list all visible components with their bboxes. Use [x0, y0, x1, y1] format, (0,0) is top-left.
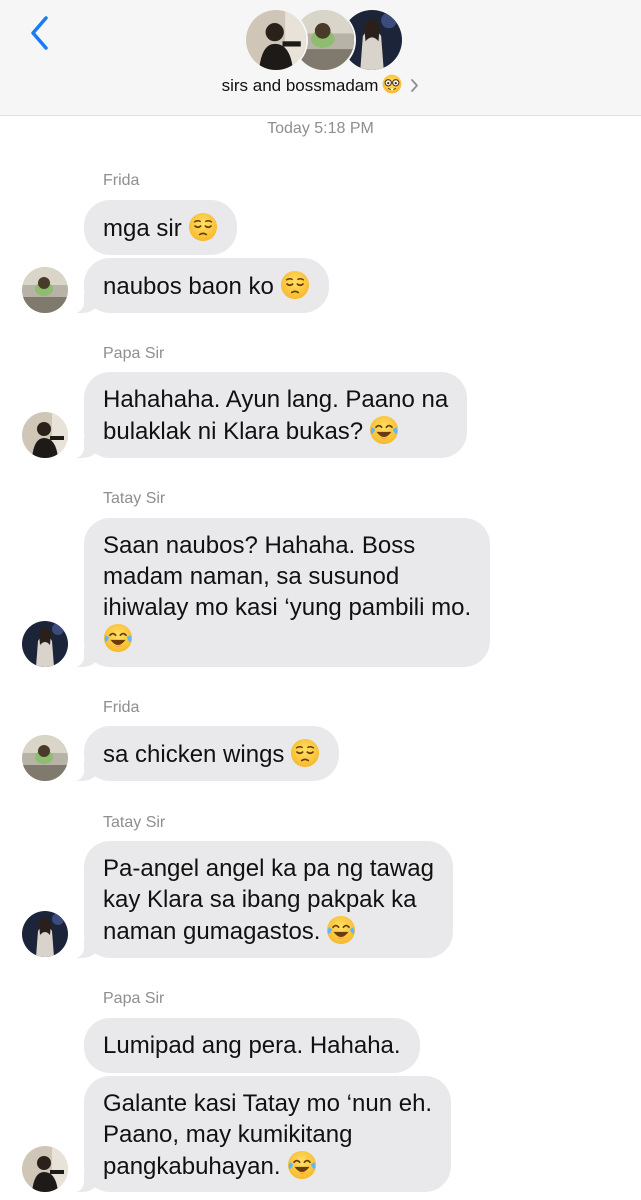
- avatar-papa-sir[interactable]: [22, 412, 68, 458]
- message-text: mga sir: [103, 215, 182, 242]
- message-text: pangkabuhayan.: [103, 1153, 281, 1180]
- group-name-label: sirs and bossmadam: [221, 76, 379, 95]
- tears-of-joy-emoji: [286, 1150, 317, 1180]
- group-avatars[interactable]: [244, 8, 404, 72]
- message-text: naubos baon ko: [103, 273, 274, 300]
- nerd-face-emoji: [382, 74, 403, 94]
- message-bubble[interactable]: Lumipad ang pera. Hahaha.: [84, 1018, 420, 1073]
- avatar-tatay-sir[interactable]: [22, 911, 68, 957]
- message-text: Lumipad ang pera. Hahaha.: [103, 1032, 401, 1059]
- message-text: sa chicken wings: [103, 741, 285, 768]
- sender-name: Tatay Sir: [103, 490, 166, 507]
- conversation-header: sirs and bossmadam: [0, 0, 641, 116]
- message-bubble[interactable]: Galante kasi Tatay mo ‘nun eh. Paano, ma…: [73, 1076, 452, 1192]
- pensive-face-emoji: [279, 270, 310, 300]
- message-bubble[interactable]: Hahahaha. Ayun lang. Paano na bulaklak n…: [73, 372, 468, 458]
- sender-name: Papa Sir: [103, 990, 165, 1007]
- chevron-left-icon: [31, 16, 48, 50]
- avatar-papa-sir[interactable]: [22, 1146, 68, 1192]
- message-text: Galante kasi Tatay mo ‘nun eh.: [103, 1090, 433, 1117]
- tears-of-joy-emoji: [103, 623, 133, 653]
- sender-name: Tatay Sir: [103, 814, 166, 831]
- message-bubble[interactable]: mga sir: [84, 200, 237, 255]
- avatar-tatay-sir[interactable]: [22, 621, 68, 667]
- group-name-button[interactable]: sirs and bossmadam: [0, 74, 641, 96]
- pensive-face-emoji: [290, 738, 321, 768]
- sender-name: Frida: [103, 699, 140, 716]
- message-text: naman gumagastos.: [103, 918, 321, 945]
- group-avatar-papa-sir: [244, 8, 308, 72]
- pensive-face-emoji: [187, 212, 218, 242]
- message-text: madam naman, sa susunod: [103, 563, 400, 590]
- message-bubble[interactable]: Pa-angel angel ka pa ng tawag kay Klara …: [74, 841, 453, 958]
- message-text: Paano, may kumikitang: [103, 1121, 353, 1148]
- timestamp: Today 5:18 PM: [267, 120, 374, 137]
- message-text: kay Klara sa ibang pakpak ka: [103, 886, 417, 913]
- avatar-frida[interactable]: [22, 735, 68, 781]
- chevron-right-icon: [411, 79, 419, 92]
- message-text: bulaklak ni Klara bukas?: [103, 418, 364, 445]
- message-bubble[interactable]: naubos baon ko: [74, 258, 329, 313]
- back-button[interactable]: [22, 12, 56, 54]
- message-bubble[interactable]: Saan naubos? Hahaha. Boss madam naman, s…: [73, 518, 491, 667]
- tears-of-joy-emoji: [326, 915, 357, 945]
- message-text: Hahahaha. Ayun lang. Paano na: [103, 386, 449, 413]
- message-text: Saan naubos? Hahaha. Boss: [103, 532, 416, 559]
- tears-of-joy-emoji: [369, 415, 400, 445]
- sender-name: Papa Sir: [103, 345, 165, 362]
- message-bubble[interactable]: sa chicken wings: [73, 726, 340, 781]
- avatar-frida[interactable]: [22, 267, 68, 313]
- sender-name: Frida: [103, 172, 140, 189]
- message-text: ihiwalay mo kasi ‘yung pambili mo.: [103, 594, 472, 621]
- message-text: Pa-angel angel ka pa ng tawag: [103, 855, 434, 882]
